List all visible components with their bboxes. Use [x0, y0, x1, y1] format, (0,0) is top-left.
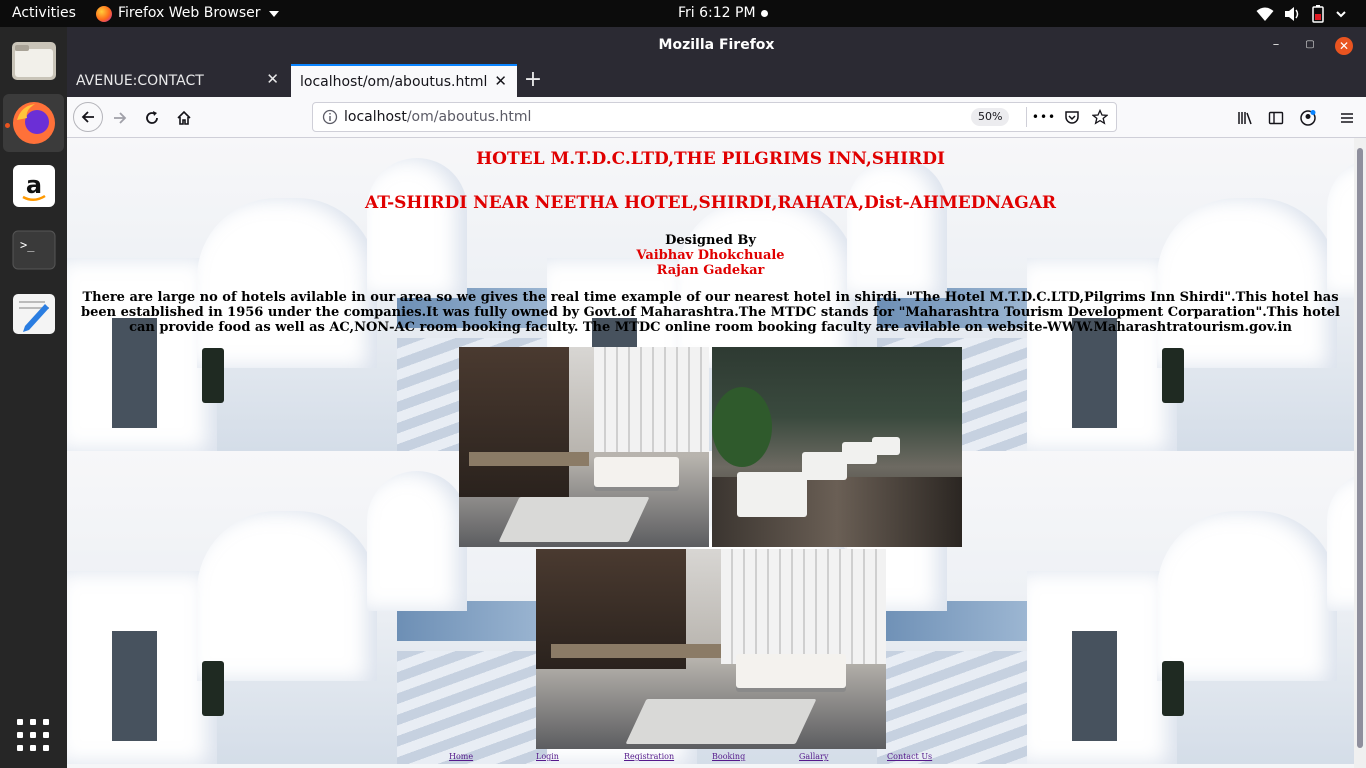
account-button[interactable]: [1295, 105, 1321, 131]
url-bar[interactable]: localhost/om/aboutus.html 50% •••: [312, 102, 1117, 132]
footer-link-gallary[interactable]: Gallary: [799, 752, 828, 761]
urlbar-separator: [1026, 107, 1027, 127]
battery-icon: [1312, 5, 1324, 23]
reload-icon: [146, 111, 158, 124]
caret-down-icon: [268, 10, 279, 17]
firefox-icon: [12, 102, 55, 144]
show-applications-icon[interactable]: [17, 719, 49, 751]
dock-amazon[interactable]: a: [3, 157, 64, 215]
tab-strip: AVENUE:CONTACT ✕ localhost/om/aboutus.ht…: [67, 64, 1366, 97]
files-icon: [11, 42, 56, 80]
navigation-toolbar: localhost/om/aboutus.html 50% •••: [67, 97, 1366, 138]
dock-files[interactable]: [3, 32, 64, 90]
about-paragraph: There are large no of hotels avilable in…: [81, 290, 1340, 335]
dock-text-editor[interactable]: [3, 285, 64, 343]
footer-link-login[interactable]: Login: [536, 752, 559, 761]
footer-link-registration[interactable]: Registration: [624, 752, 674, 761]
close-window-button[interactable]: ✕: [1335, 37, 1353, 55]
footer-nav: Home Login Registration Booking Gallary …: [67, 752, 1354, 766]
hotel-lounge-photo: [712, 347, 962, 547]
sidebar-icon: [1268, 111, 1284, 125]
terminal-icon: >_: [12, 230, 55, 270]
designed-by-block: Designed By Vaibhav Dhokchuale Rajan Gad…: [67, 233, 1354, 278]
vertical-scrollbar[interactable]: [1354, 138, 1366, 768]
dock-firefox[interactable]: [3, 94, 64, 152]
zoom-indicator[interactable]: 50%: [971, 108, 1010, 126]
arrow-left-icon: [81, 111, 94, 123]
window-titlebar: Mozilla Firefox – ▢ ✕: [67, 27, 1366, 64]
system-tray[interactable]: [1256, 5, 1348, 23]
account-icon: [1300, 110, 1316, 126]
wifi-icon: [1256, 7, 1274, 21]
hotel-room-photo: [459, 347, 709, 547]
address-heading: AT-SHIRDI NEAR NEETHA HOTEL,SHIRDI,RAHAT…: [364, 193, 1057, 213]
forward-button[interactable]: [107, 105, 133, 131]
text-editor-icon: [12, 294, 55, 334]
amazon-icon: a: [12, 165, 55, 207]
hotel-heading: HOTEL M.T.D.C.LTD,THE PILGRIMS INN,SHIRD…: [476, 149, 945, 169]
dock: a >_: [0, 27, 67, 768]
power-menu-icon: [1336, 11, 1346, 18]
window-title: Mozilla Firefox: [658, 37, 775, 53]
tab-label: localhost/om/aboutus.html: [300, 73, 488, 90]
footer-link-home[interactable]: Home: [449, 752, 473, 761]
reload-button[interactable]: [139, 105, 165, 131]
footer-link-contact[interactable]: Contact Us: [887, 752, 932, 761]
scrollbar-thumb[interactable]: [1357, 148, 1363, 748]
site-info-icon[interactable]: [322, 109, 338, 129]
url-host: localhost: [344, 109, 407, 125]
new-tab-button[interactable]: +: [523, 69, 543, 91]
svg-text:>_: >_: [20, 238, 35, 252]
home-button[interactable]: [171, 105, 197, 131]
library-button[interactable]: [1232, 105, 1258, 131]
firefox-icon: [96, 5, 112, 22]
tab-avenue-contact[interactable]: AVENUE:CONTACT ✕: [67, 64, 289, 97]
volume-icon: [1285, 7, 1299, 21]
url-path: /om/aboutus.html: [406, 109, 532, 125]
designed-by-label: Designed By: [665, 233, 756, 248]
running-indicator: [5, 123, 10, 128]
arrow-right-icon: [114, 112, 127, 124]
designer-name: Rajan Gadekar: [656, 263, 765, 278]
url-text[interactable]: localhost/om/aboutus.html: [344, 109, 531, 125]
tab-aboutus[interactable]: localhost/om/aboutus.html ✕: [291, 64, 517, 97]
aboutus-page: HOTEL M.T.D.C.LTD,THE PILGRIMS INN,SHIRD…: [67, 138, 1354, 768]
back-button[interactable]: [73, 102, 103, 132]
dock-terminal[interactable]: >_: [3, 221, 64, 279]
pocket-icon[interactable]: [1063, 108, 1081, 126]
tab-label: AVENUE:CONTACT: [76, 72, 204, 89]
page-actions-icon[interactable]: •••: [1032, 108, 1055, 126]
activities-button[interactable]: Activities: [12, 5, 76, 22]
svg-text:a: a: [25, 171, 41, 199]
tab-close-icon[interactable]: ✕: [266, 72, 279, 87]
sidebar-button[interactable]: [1263, 105, 1289, 131]
clock-label: Fri 6:12 PM: [678, 5, 756, 21]
app-menu-label: Firefox Web Browser: [118, 5, 261, 21]
maximize-button[interactable]: ▢: [1301, 36, 1319, 54]
page-viewport: HOTEL M.T.D.C.LTD,THE PILGRIMS INN,SHIRD…: [67, 138, 1354, 768]
clock[interactable]: Fri 6:12 PM: [678, 5, 768, 22]
minimize-button[interactable]: –: [1267, 36, 1285, 54]
bookmark-star-icon[interactable]: [1091, 108, 1109, 126]
gnome-top-bar: Activities Firefox Web Browser Fri 6:12 …: [0, 0, 1366, 27]
app-menu-button[interactable]: [1334, 105, 1360, 131]
footer-link-booking[interactable]: Booking: [712, 752, 745, 761]
app-menu[interactable]: Firefox Web Browser: [96, 5, 279, 22]
hotel-room-photo: [536, 549, 886, 749]
tab-close-icon[interactable]: ✕: [494, 74, 507, 89]
hamburger-menu-icon: [1341, 113, 1353, 123]
notification-dot-icon: [760, 10, 768, 17]
home-icon: [177, 110, 191, 125]
designer-name: Vaibhav Dhokchuale: [636, 248, 785, 263]
library-icon: [1238, 112, 1252, 125]
